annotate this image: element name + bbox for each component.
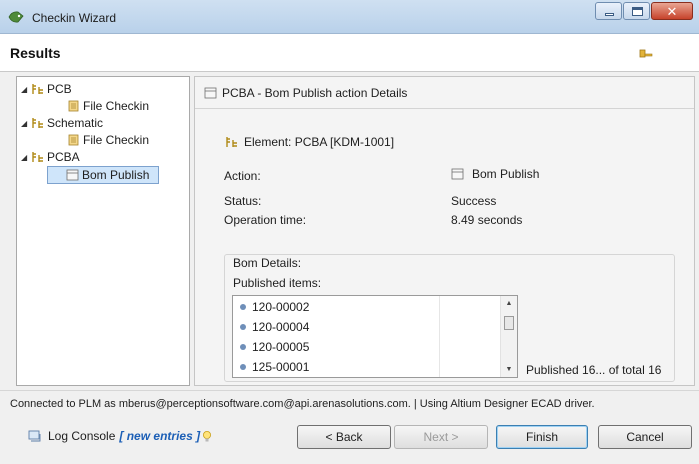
published-items-list[interactable]: 120-00002 120-00004 120-00005 125-00001 … — [232, 295, 518, 378]
back-button[interactable]: < Back — [297, 425, 391, 449]
details-header: PCBA - Bom Publish action Details — [195, 77, 694, 109]
component-icon — [32, 152, 43, 162]
expand-icon[interactable]: ◢ — [21, 85, 31, 94]
tree-item-file-checkin[interactable]: File Checkin — [67, 98, 149, 114]
maximize-button[interactable] — [623, 2, 650, 20]
time-label: Operation time: — [224, 213, 307, 227]
bullet-icon — [240, 344, 246, 350]
close-button[interactable]: ✕ — [651, 2, 693, 20]
tree-item-file-checkin[interactable]: File Checkin — [67, 132, 149, 148]
component-icon — [226, 137, 237, 147]
results-tree[interactable]: ◢ PCB File Checkin ◢ Schematic File Chec… — [16, 76, 190, 386]
page-title: Results — [10, 45, 61, 61]
cancel-button[interactable]: Cancel — [598, 425, 692, 449]
next-button[interactable]: Next > — [394, 425, 488, 449]
maximize-icon — [632, 7, 643, 16]
bullet-icon — [240, 324, 246, 330]
minimize-icon — [605, 13, 614, 16]
console-icon — [28, 430, 41, 442]
scroll-thumb[interactable] — [504, 316, 514, 330]
wizard-header: Results — [0, 34, 699, 72]
bom-icon — [451, 168, 464, 180]
minimize-button[interactable] — [595, 2, 622, 20]
window-title: Checkin Wizard — [32, 11, 117, 25]
vertical-scrollbar[interactable]: ▲ ▼ — [500, 296, 517, 377]
published-summary: Published 16... of total 16 — [526, 363, 662, 377]
bom-icon — [204, 87, 217, 99]
status-bar: Connected to PLM as mberus@perceptionsof… — [0, 390, 699, 416]
tree-item-pcba[interactable]: ◢ PCBA — [21, 149, 80, 165]
expand-icon[interactable]: ◢ — [21, 153, 31, 162]
document-icon — [68, 100, 79, 112]
list-item[interactable]: 120-00005 — [240, 340, 309, 354]
app-icon — [8, 11, 24, 23]
status-label: Status: — [224, 194, 262, 208]
log-console-label: Log Console — [48, 429, 116, 443]
list-divider — [439, 296, 440, 377]
title-bar: Checkin Wizard ✕ — [0, 0, 699, 34]
expand-icon[interactable]: ◢ — [21, 119, 31, 128]
details-panel: PCBA - Bom Publish action Details Elemen… — [194, 76, 695, 386]
log-console-link[interactable]: Log Console [ new entries ] — [28, 429, 212, 443]
tree-item-schematic[interactable]: ◢ Schematic — [21, 115, 103, 131]
tree-item-bom-publish[interactable]: Bom Publish — [47, 166, 159, 184]
bom-icon — [66, 169, 79, 181]
tree-item-pcb[interactable]: ◢ PCB — [21, 81, 72, 97]
status-value: Success — [451, 194, 497, 208]
content-area: ◢ PCB File Checkin ◢ Schematic File Chec… — [0, 72, 699, 390]
document-icon — [68, 134, 79, 146]
list-item[interactable]: 120-00004 — [240, 320, 309, 334]
lightbulb-icon — [203, 430, 212, 441]
list-item[interactable]: 120-00002 — [240, 300, 309, 314]
new-entries-badge: [ new entries ] — [119, 429, 201, 443]
component-icon — [32, 84, 43, 94]
connection-status: Connected to PLM as mberus@perceptionsof… — [10, 398, 595, 410]
action-value: Bom Publish — [451, 167, 539, 181]
scroll-down-icon[interactable]: ▼ — [501, 366, 517, 373]
bullet-icon — [240, 364, 246, 370]
details-title: PCBA - Bom Publish action Details — [222, 86, 408, 100]
published-items-label: Published items: — [233, 276, 322, 290]
list-item[interactable]: 125-00001 — [240, 360, 309, 374]
action-label: Action: — [224, 169, 261, 183]
wizard-footer: Log Console [ new entries ] < Back Next … — [0, 416, 699, 464]
element-info: Element: PCBA [KDM-1001] — [225, 135, 394, 149]
time-value: 8.49 seconds — [451, 213, 523, 227]
scroll-up-icon[interactable]: ▲ — [501, 300, 517, 307]
component-icon — [32, 118, 43, 128]
bom-details-legend: Bom Details: — [233, 256, 302, 270]
key-icon — [639, 49, 653, 58]
close-icon: ✕ — [666, 4, 678, 19]
bullet-icon — [240, 304, 246, 310]
finish-button[interactable]: Finish — [496, 425, 588, 449]
